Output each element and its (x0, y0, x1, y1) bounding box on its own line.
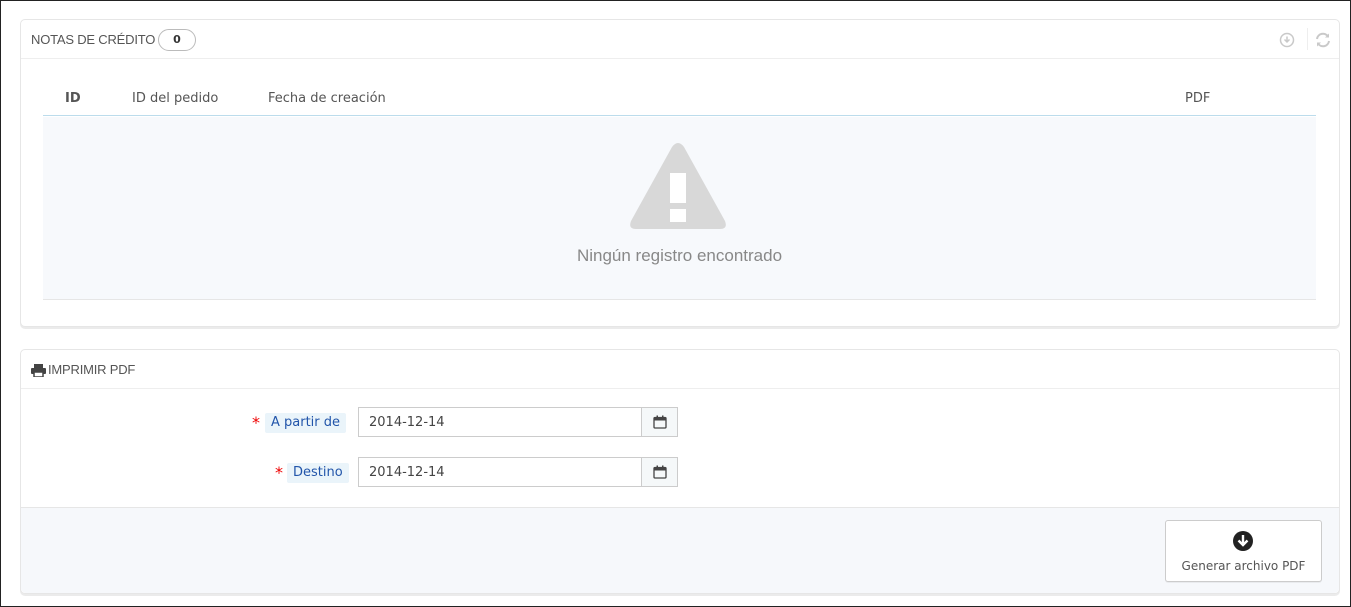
download-icon[interactable] (1279, 32, 1295, 48)
page-frame: NOTAS DE CRÉDITO 0 ID ID del pedido Fech… (0, 0, 1351, 607)
to-date-input[interactable]: 2014-12-14 (358, 457, 641, 487)
from-date-input[interactable]: 2014-12-14 (358, 407, 641, 437)
credit-notes-header: NOTAS DE CRÉDITO 0 (21, 20, 1339, 59)
required-mark: * (252, 413, 260, 432)
required-mark: * (275, 463, 283, 482)
generate-pdf-label: Generar archivo PDF (1181, 559, 1306, 573)
to-date-label: Destino (287, 463, 349, 483)
empty-message: Ningún registro encontrado (576, 246, 783, 265)
from-date-label: A partir de (265, 413, 347, 433)
from-date-row: * A partir de 2014-12-14 (21, 407, 1339, 439)
credit-notes-title: NOTAS DE CRÉDITO (31, 32, 156, 47)
print-pdf-footer: Generar archivo PDF (21, 507, 1339, 593)
printer-icon (31, 362, 46, 381)
calendar-icon (652, 414, 667, 433)
to-date-row: * Destino 2014-12-14 (21, 457, 1339, 489)
from-calendar-button[interactable] (641, 407, 678, 437)
calendar-icon (652, 464, 667, 483)
print-pdf-header: IMPRIMIR PDF (21, 350, 1339, 389)
empty-state: Ningún registro encontrado (43, 117, 1316, 300)
refresh-icon[interactable] (1314, 32, 1330, 48)
column-pdf[interactable]: PDF (1185, 81, 1316, 116)
to-calendar-button[interactable] (641, 457, 678, 487)
column-id[interactable]: ID (43, 81, 132, 116)
print-pdf-panel: IMPRIMIR PDF * A partir de 2014-12-14 * … (20, 349, 1340, 594)
generate-pdf-button[interactable]: Generar archivo PDF (1165, 520, 1322, 582)
download-circle-icon (1232, 530, 1254, 556)
credit-notes-panel: NOTAS DE CRÉDITO 0 ID ID del pedido Fech… (20, 19, 1340, 327)
column-creation-date[interactable]: Fecha de creación (268, 81, 1185, 116)
table-header-row: ID ID del pedido Fecha de creación PDF (43, 81, 1316, 116)
column-order-id[interactable]: ID del pedido (132, 81, 268, 116)
header-divider (1307, 28, 1308, 50)
credit-notes-table: ID ID del pedido Fecha de creación PDF (43, 81, 1316, 116)
warning-icon (628, 141, 728, 231)
print-pdf-title: IMPRIMIR PDF (48, 362, 136, 377)
credit-notes-count-badge: 0 (158, 29, 196, 51)
